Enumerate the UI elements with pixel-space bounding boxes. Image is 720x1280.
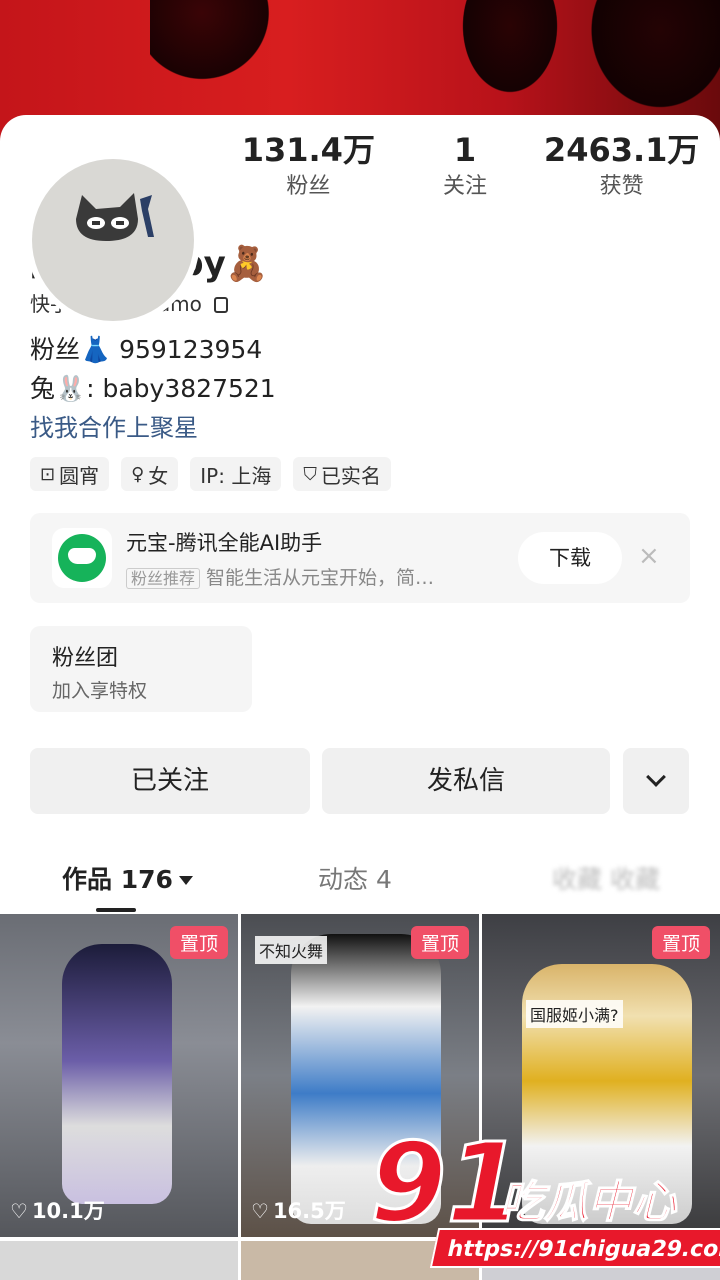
fan-club-title: 粉丝团 <box>52 646 119 671</box>
tab-works-label: 作品 176 <box>62 865 173 894</box>
tag-gender: ♀ 女 <box>121 457 179 491</box>
ad-badge: 粉丝推荐 <box>126 568 201 589</box>
like-count: ♡ 16.5万 <box>251 1199 346 1223</box>
cat-drawing-icon <box>76 193 154 241</box>
app-ad-card[interactable]: 元宝-腾讯全能AI助手 粉丝推荐 智能生活从元宝开始，简… 下载 × <box>30 513 690 603</box>
tab-blurred[interactable]: 收藏 收藏 <box>552 860 660 896</box>
profile-tags: ⊡ 圆宵 ♀ 女 IP: 上海 ⛉ 已实名 <box>30 457 391 491</box>
bio-line: 粉丝👗 959123954 <box>30 335 263 364</box>
fan-club-subtitle: 加入享特权 <box>52 680 148 702</box>
more-button[interactable] <box>623 748 689 814</box>
heart-icon: ♡ <box>251 1199 269 1223</box>
video-caption: 不知火舞 <box>255 936 328 964</box>
stat-following[interactable]: 1 关注 <box>387 130 544 210</box>
caret-down-icon <box>178 876 193 885</box>
active-tab-indicator <box>96 908 136 912</box>
tag-school[interactable]: ⊡ 圆宵 <box>30 457 110 491</box>
stat-number: 131.4万 <box>241 131 375 169</box>
ad-subtitle: 粉丝推荐 智能生活从元宝开始，简… <box>126 563 434 590</box>
site-watermark: 91 吃瓜中心 https://91chigua29.com <box>368 1127 720 1278</box>
shield-icon: ⛉ <box>303 463 317 485</box>
stat-label: 关注 <box>443 174 488 199</box>
ad-title: 元宝-腾讯全能AI助手 <box>126 531 323 555</box>
school-icon: ⊡ <box>40 463 56 485</box>
tag-text: 女 <box>148 463 169 488</box>
tag-verified[interactable]: ⛉ 已实名 <box>293 457 391 491</box>
banner-decoration <box>580 0 720 120</box>
bio-line: 兔🐰: baby3827521 <box>30 374 276 403</box>
video-thumbnail[interactable]: 置顶 ♡ 10.1万 <box>0 914 238 1237</box>
close-icon[interactable]: × <box>638 541 660 571</box>
tab-moments[interactable]: 动态 4 <box>318 860 392 896</box>
profile-stats: 131.4万 粉丝 1 关注 2463.1万 获赞 <box>230 130 700 210</box>
like-count: ♡ 10.1万 <box>10 1199 105 1223</box>
pinned-badge: 置顶 <box>410 926 469 959</box>
copy-icon[interactable] <box>214 297 229 313</box>
tab-works[interactable]: 作品 176 <box>62 860 193 896</box>
message-button[interactable]: 发私信 <box>322 748 610 814</box>
banner-decoration <box>150 0 280 90</box>
tag-text: 圆宵 <box>59 463 100 488</box>
stat-followers[interactable]: 131.4万 粉丝 <box>230 130 387 210</box>
followed-button[interactable]: 已关注 <box>30 748 310 814</box>
stat-label: 获赞 <box>599 174 644 199</box>
video-thumbnail[interactable] <box>0 1241 238 1280</box>
stat-label: 粉丝 <box>286 174 331 199</box>
profile-card: 131.4万 粉丝 1 关注 2463.1万 获赞 阿九儿baby🧸 快手号: … <box>0 115 720 1280</box>
ad-subtitle-text: 智能生活从元宝开始，简… <box>206 567 435 589</box>
pinned-badge: 置顶 <box>169 926 228 959</box>
avatar-image <box>32 159 194 321</box>
content-tabs: 作品 176 动态 4 收藏 收藏 <box>0 852 720 912</box>
fan-club-card[interactable]: 粉丝团 加入享特权 <box>30 626 252 712</box>
chevron-down-icon <box>646 767 666 787</box>
yuanbao-logo-icon <box>52 528 112 588</box>
female-icon: ♀ <box>131 463 145 485</box>
pinned-badge: 置顶 <box>651 926 710 959</box>
video-caption: 国服姬小满? <box>526 1000 623 1028</box>
heart-icon: ♡ <box>10 1199 28 1223</box>
tag-text: 已实名 <box>320 463 381 488</box>
stat-likes[interactable]: 2463.1万 获赞 <box>543 130 700 210</box>
avatar[interactable] <box>26 153 200 327</box>
download-button[interactable]: 下载 <box>518 532 622 584</box>
cooperation-link[interactable]: 找我合作上聚星 <box>30 408 198 443</box>
stat-number: 1 <box>453 131 477 169</box>
stat-number: 2463.1万 <box>543 131 700 169</box>
banner-decoration <box>450 0 570 110</box>
tag-text: IP: 上海 <box>200 463 272 488</box>
watermark-url: https://91chigua29.com <box>429 1228 720 1268</box>
watermark-text: 吃瓜中心 <box>499 1176 677 1229</box>
tag-ip: IP: 上海 <box>190 457 282 491</box>
